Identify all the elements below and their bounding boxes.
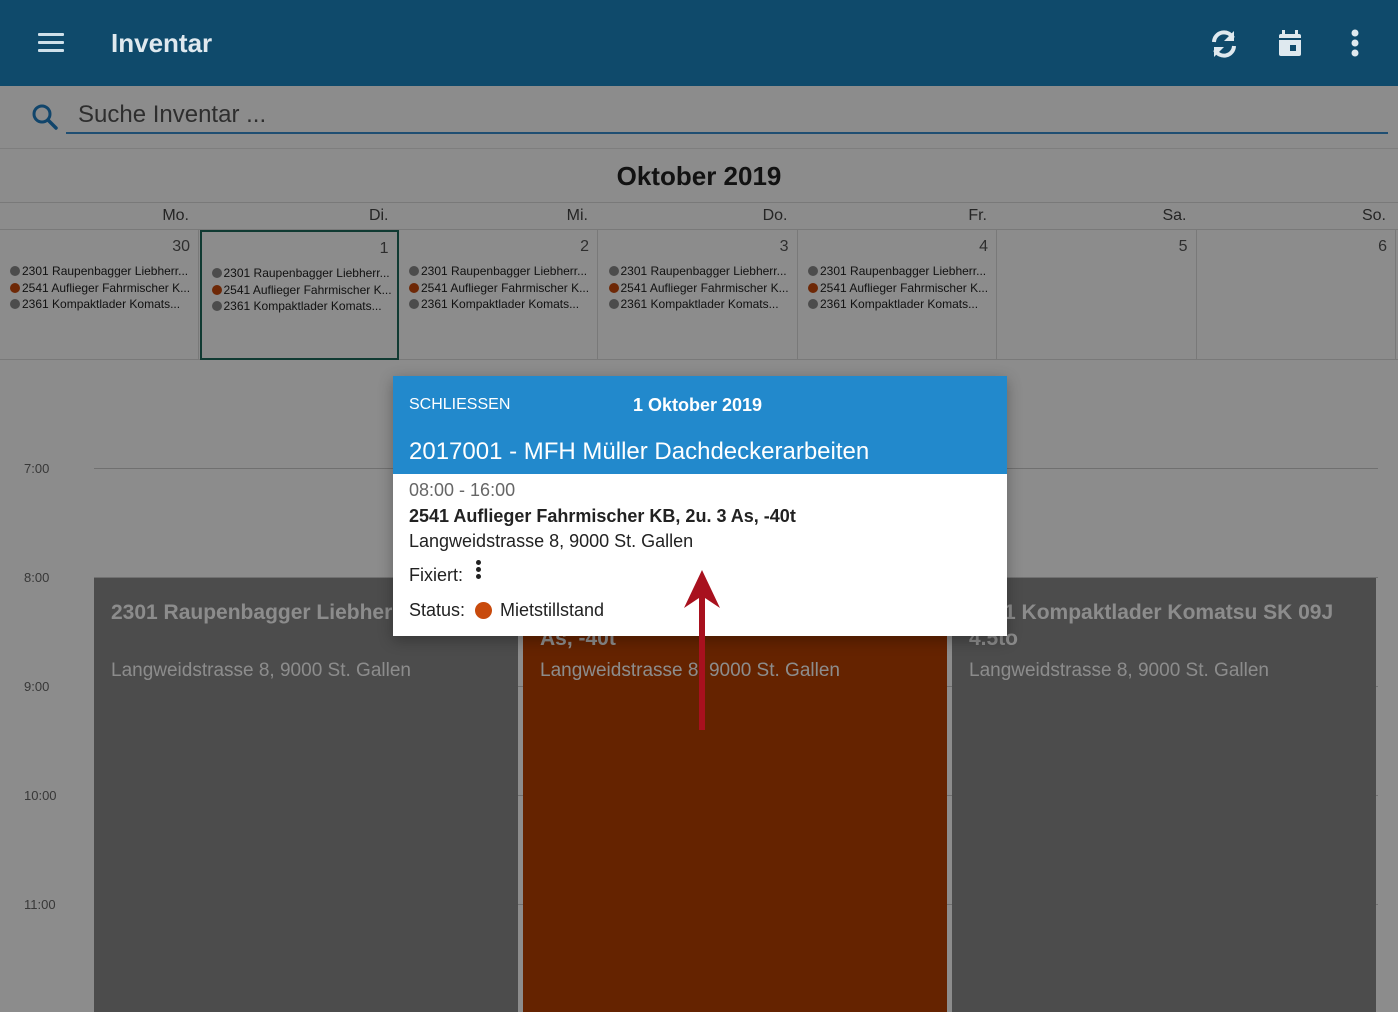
item-address: Langweidstrasse 8, 9000 St. Gallen <box>409 531 694 551</box>
more-vert-icon[interactable] <box>469 560 489 582</box>
app-bar: Inventar <box>0 0 1398 86</box>
time-start: 08:00 <box>409 480 455 500</box>
status-dot-icon <box>475 602 493 619</box>
annotation-arrow-icon <box>680 568 724 732</box>
app-title: Inventar <box>111 28 213 58</box>
time-end: 16:00 <box>470 480 516 500</box>
dialog-job-title: 2017001 - MFH Müller Dachdeckerarbeiten <box>409 438 870 465</box>
close-button[interactable]: SCHLIESSEN <box>409 396 510 414</box>
inventory-item: 2541 Auflieger Fahrmischer KB, 2u. 3 As,… <box>409 506 796 526</box>
menu-icon[interactable] <box>26 22 74 64</box>
refresh-icon[interactable] <box>1202 22 1246 66</box>
fixed-label: Fixiert: <box>409 564 463 585</box>
status-value: Mietstillstand <box>500 600 605 620</box>
calendar-icon[interactable] <box>1268 22 1312 66</box>
dialog-date: 1 Oktober 2019 <box>633 395 763 415</box>
status-label: Status: <box>409 600 466 620</box>
dialog-header: SCHLIESSEN 1 Oktober 2019 2017001 - MFH … <box>393 376 1007 474</box>
more-vert-icon[interactable] <box>1334 22 1378 66</box>
time-range: 08:00 - 16:00 <box>409 480 516 500</box>
